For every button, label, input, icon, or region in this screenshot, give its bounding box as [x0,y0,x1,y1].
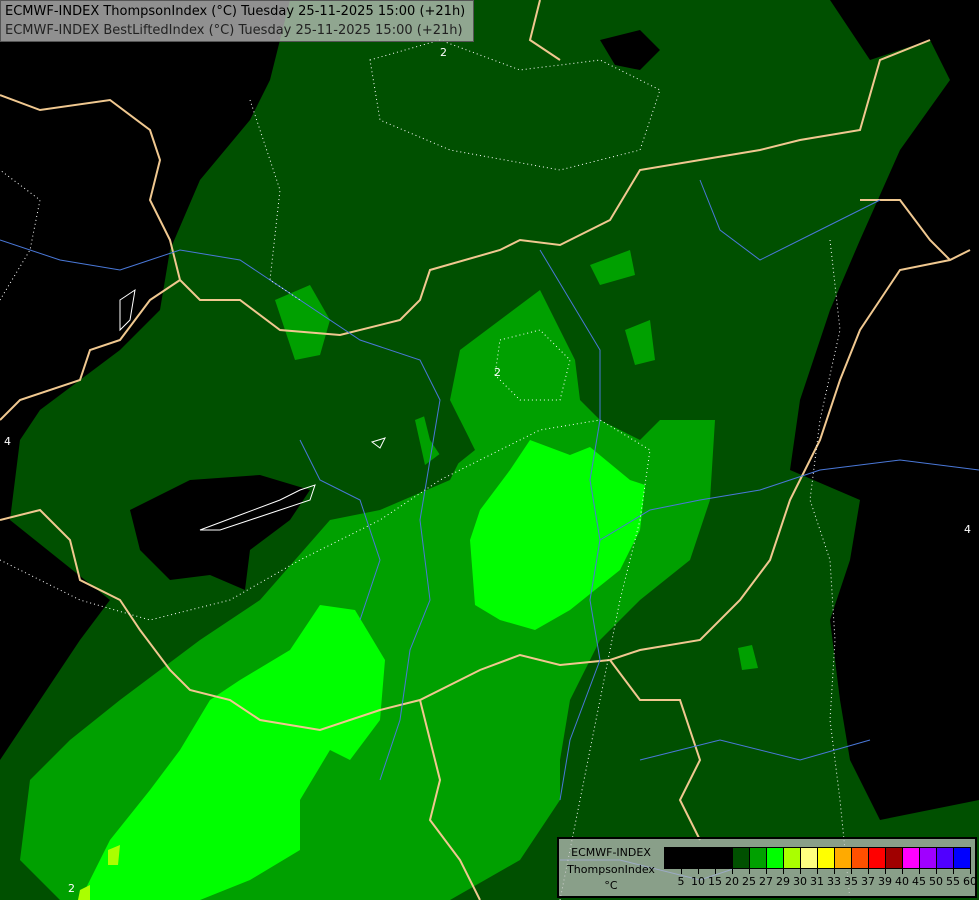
legend-swatch [886,848,903,868]
contour-label: 4 [964,523,971,536]
contour-label: 2 [68,882,75,895]
legend-tick-mark [817,869,818,874]
legend-tick-mark [885,869,886,874]
contour-label: 4 [4,435,11,448]
legend-tick-mark [970,869,971,874]
weather-map-view: 2 2 2 4 4 ECMWF-INDEX ThompsonIndex (°C)… [0,0,979,900]
legend-tick-label: 39 [878,875,892,888]
legend-tick-mark [681,869,682,874]
legend-tick-label: 37 [861,875,875,888]
legend-parameter: ThompsonIndex [567,863,655,876]
legend-tick-label: 50 [929,875,943,888]
legend-swatch [801,848,818,868]
legend-tick-label: 25 [742,875,756,888]
legend-tick-label: 30 [793,875,807,888]
legend-tick-mark [902,869,903,874]
legend-tick-mark [749,869,750,874]
legend-tick-mark [698,869,699,874]
legend-ticks: 5 10 15 20 25 27 29 30 31 33 35 37 39 40 45 50 55 60 [664,869,977,899]
legend-tick-label: 20 [725,875,739,888]
legend-tick-mark [953,869,954,874]
legend-tick-mark [715,869,716,874]
legend-tick-label: 60 [963,875,977,888]
color-legend: ECMWF-INDEX ThompsonIndex °C 5 10 15 20 25 27… [557,837,977,898]
legend-tick-mark [800,869,801,874]
contour-label: 2 [494,366,501,379]
legend-swatch [937,848,954,868]
legend-tick-mark [936,869,937,874]
legend-tick-mark [766,869,767,874]
legend-swatch [767,848,784,868]
legend-swatch [852,848,869,868]
legend-swatch [699,848,716,868]
legend-tick-label: 40 [895,875,909,888]
legend-unit: °C [604,879,618,892]
legend-tick-mark [834,869,835,874]
legend-tick-mark [919,869,920,874]
legend-swatch [818,848,835,868]
legend-tick-label: 45 [912,875,926,888]
legend-tick-mark [783,869,784,874]
legend-tick-label: 15 [708,875,722,888]
legend-tick-label: 33 [827,875,841,888]
legend-tick-label: 35 [844,875,858,888]
legend-tick-mark [732,869,733,874]
legend-swatch [716,848,733,868]
legend-swatch [954,848,970,868]
map-title-box: ECMWF-INDEX ThompsonIndex (°C) Tuesday 2… [0,0,474,42]
thompson-index-map: 2 2 2 4 4 [0,0,979,900]
title-best-lifted-index: ECMWF-INDEX BestLiftedIndex (°C) Tuesday… [5,23,463,38]
legend-swatch [903,848,920,868]
legend-tick-label: 29 [776,875,790,888]
legend-tick-label: 27 [759,875,773,888]
legend-swatch [682,848,699,868]
legend-tick-mark [868,869,869,874]
legend-tick-label: 5 [677,875,685,888]
legend-tick-mark [851,869,852,874]
legend-tick-label: 10 [691,875,705,888]
legend-swatch [920,848,937,868]
contour-label: 2 [440,46,447,59]
legend-swatch [733,848,750,868]
legend-swatch [835,848,852,868]
legend-swatch [665,848,682,868]
legend-swatch [750,848,767,868]
legend-tick-label: 55 [946,875,960,888]
legend-swatch [869,848,886,868]
legend-color-scale [664,847,971,869]
legend-tick-label: 31 [810,875,824,888]
title-thompson-index: ECMWF-INDEX ThompsonIndex (°C) Tuesday 2… [5,4,466,19]
legend-swatch [784,848,801,868]
legend-source: ECMWF-INDEX [571,846,651,859]
